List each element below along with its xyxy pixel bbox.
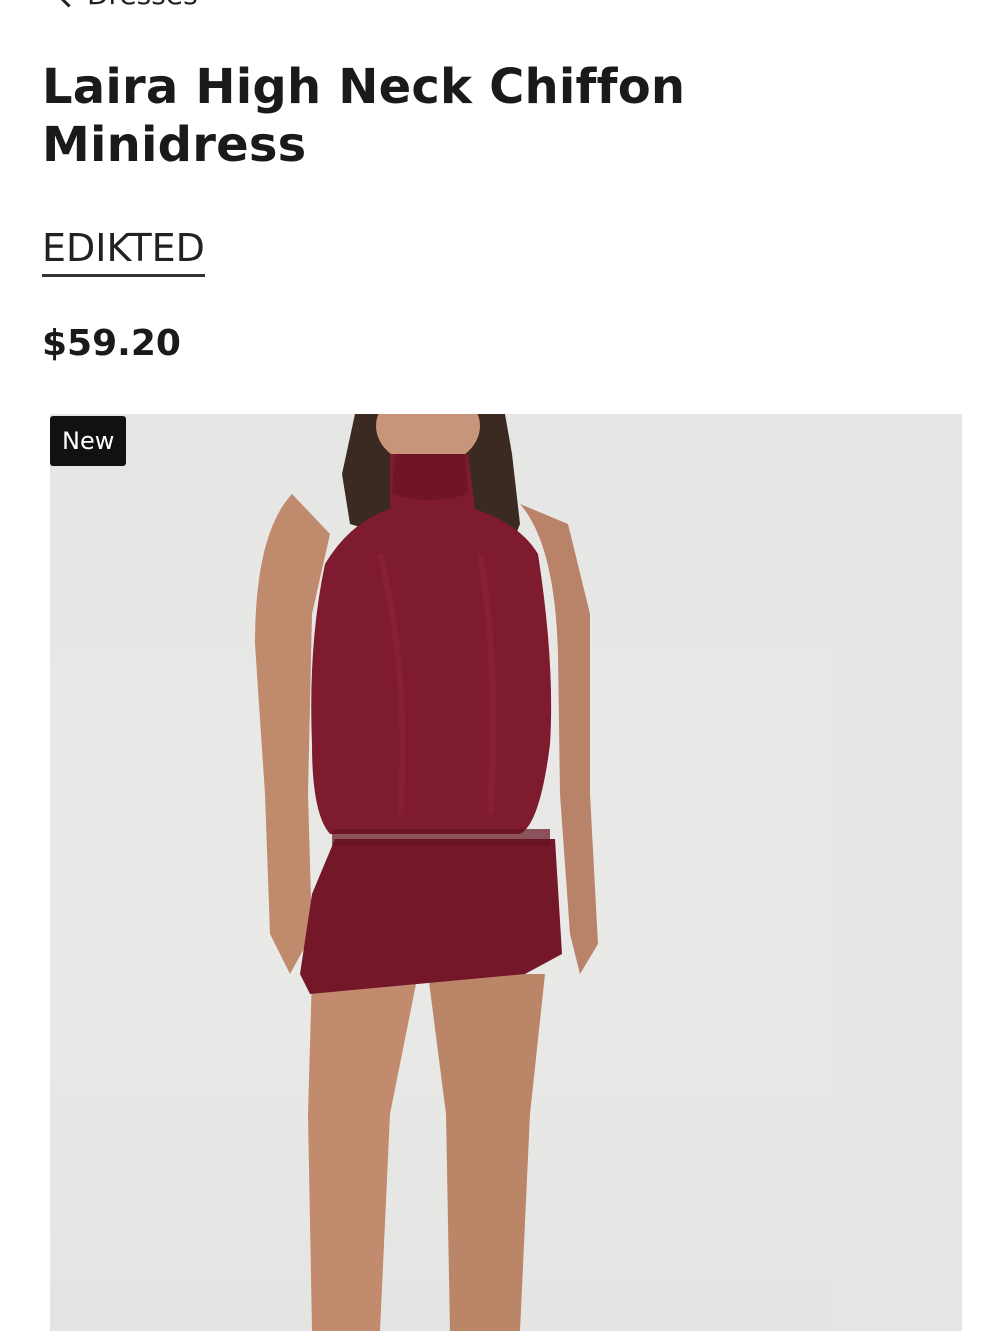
model-photo	[255, 414, 598, 1331]
new-badge: New	[50, 416, 127, 466]
image-carousel[interactable]: New	[42, 414, 1000, 1331]
back-link-label: Dresses	[87, 0, 198, 11]
brand-link[interactable]: EDIKTED	[42, 226, 205, 277]
chevron-left-icon	[56, 0, 81, 8]
product-title-line2: Minidress	[42, 117, 307, 173]
product-price: $59.20	[42, 323, 181, 364]
product-page: Dresses Laira High Neck Chiffon Minidres…	[0, 0, 1000, 1331]
next-slide-image[interactable]	[812, 414, 962, 1331]
back-link[interactable]: Dresses	[56, 0, 198, 11]
main-product-image[interactable]: New	[50, 414, 832, 1331]
product-title: Laira High Neck Chiffon Minidress	[42, 58, 802, 174]
product-title-line1: Laira High Neck Chiffon	[42, 59, 686, 115]
